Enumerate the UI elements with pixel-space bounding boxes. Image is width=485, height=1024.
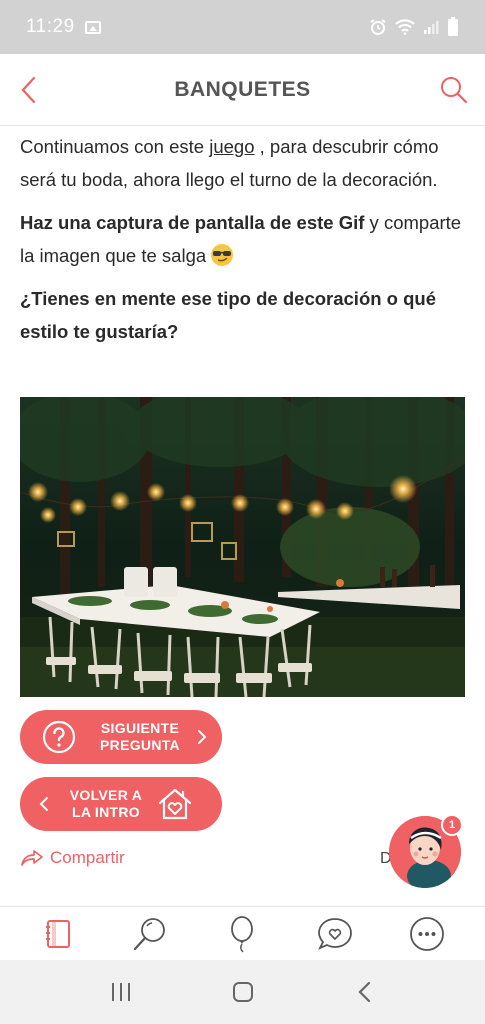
instruction-bold: Haz una captura de pantalla de este [20,212,339,233]
question-paragraph: ¿Tienes en mente ese tipo de decoración … [20,288,437,342]
question-circle-icon [42,720,76,754]
tab-search[interactable] [128,912,172,956]
house-heart-icon [158,788,192,820]
intro-text: Continuamos con este [20,136,210,157]
notebook-icon [46,919,71,948]
back-to-intro-button[interactable]: VOLVER A LA INTRO [20,777,222,831]
home-icon[interactable] [231,980,255,1004]
share-arrow-icon [21,850,43,866]
game-link[interactable]: juego [209,136,254,157]
back-icon[interactable] [354,980,376,1004]
status-icons [369,17,459,37]
back-label-line1: VOLVER A [69,787,143,803]
chat-heart-icon [317,917,352,950]
search-icon[interactable] [439,74,469,106]
next-label-line1: SIGUIENTE [100,720,180,736]
tab-more[interactable] [405,912,449,956]
next-question-button[interactable]: SIGUIENTE PREGUNTA [20,710,222,764]
page-title: BANQUETES [174,77,311,101]
app-bar: BANQUETES [0,54,485,126]
gif-bold: Gif [338,212,365,233]
signal-icon [424,21,439,34]
instruction-paragraph: Haz una captura de pantalla de este Gif … [20,206,465,272]
recent-apps-icon[interactable] [109,981,133,1003]
chevron-right-icon [198,730,207,744]
gallery-icon [84,20,101,34]
alarm-icon [370,19,386,35]
back-to-intro-label: VOLVER A LA INTRO [66,787,146,821]
wifi-icon [395,19,415,35]
chevron-left-icon [39,797,48,811]
next-label-line2: PREGUNTA [100,737,180,753]
sunglasses-emoji-icon [211,244,234,266]
back-label-line2: LA INTRO [72,804,140,820]
decoration-photo [20,397,465,697]
article-body: Continuamos con este juego , para descub… [20,128,465,348]
system-nav-bar [0,960,485,1024]
chevron-left-icon[interactable] [16,74,44,106]
intro-paragraph: Continuamos con este juego , para descub… [20,130,465,196]
tab-balloon[interactable] [220,912,264,956]
share-link[interactable]: Compartir [20,848,125,868]
more-icon [409,916,444,951]
tab-chat[interactable] [313,912,357,956]
battery-icon [448,17,458,36]
status-time: 11:29 [26,16,75,37]
tab-notebook[interactable] [36,912,80,956]
next-question-label: SIGUIENTE PREGUNTA [90,720,190,754]
share-label: Compartir [50,848,125,867]
search-icon [134,917,166,950]
status-bar: 11:29 [0,0,485,54]
notification-badge: 1 [441,814,463,836]
bottom-tab-bar [0,906,485,960]
balloon-icon [231,915,254,952]
